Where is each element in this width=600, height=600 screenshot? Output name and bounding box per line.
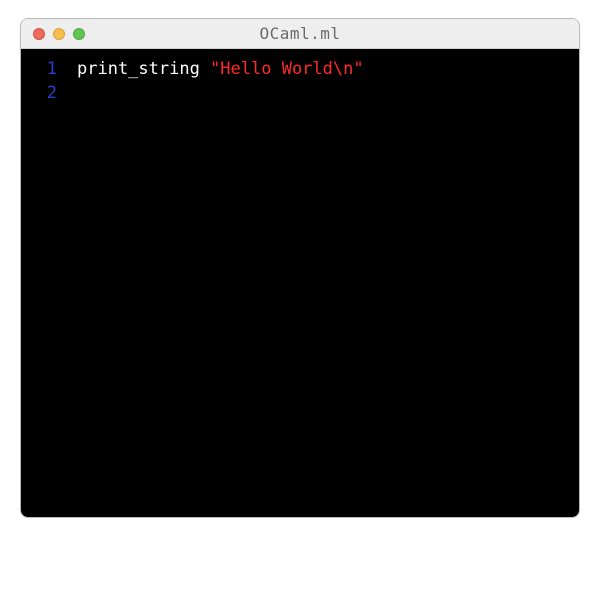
code-area[interactable]: print_string "Hello World\n" xyxy=(69,57,579,517)
minimize-icon[interactable] xyxy=(53,28,65,40)
code-line: print_string "Hello World\n" xyxy=(77,57,579,81)
token-string: "Hello World\n" xyxy=(210,59,364,79)
token-identifier: print_string xyxy=(77,59,210,79)
traffic-lights xyxy=(21,28,85,40)
code-line xyxy=(77,81,579,105)
code-editor[interactable]: 1 2 print_string "Hello World\n" xyxy=(21,49,579,517)
titlebar: OCaml.ml xyxy=(21,19,579,49)
maximize-icon[interactable] xyxy=(73,28,85,40)
editor-window: OCaml.ml 1 2 print_string "Hello World\n… xyxy=(20,18,580,518)
line-number-gutter: 1 2 xyxy=(21,57,69,517)
close-icon[interactable] xyxy=(33,28,45,40)
line-number: 1 xyxy=(21,57,57,81)
window-title: OCaml.ml xyxy=(21,24,579,43)
line-number: 2 xyxy=(21,81,57,105)
